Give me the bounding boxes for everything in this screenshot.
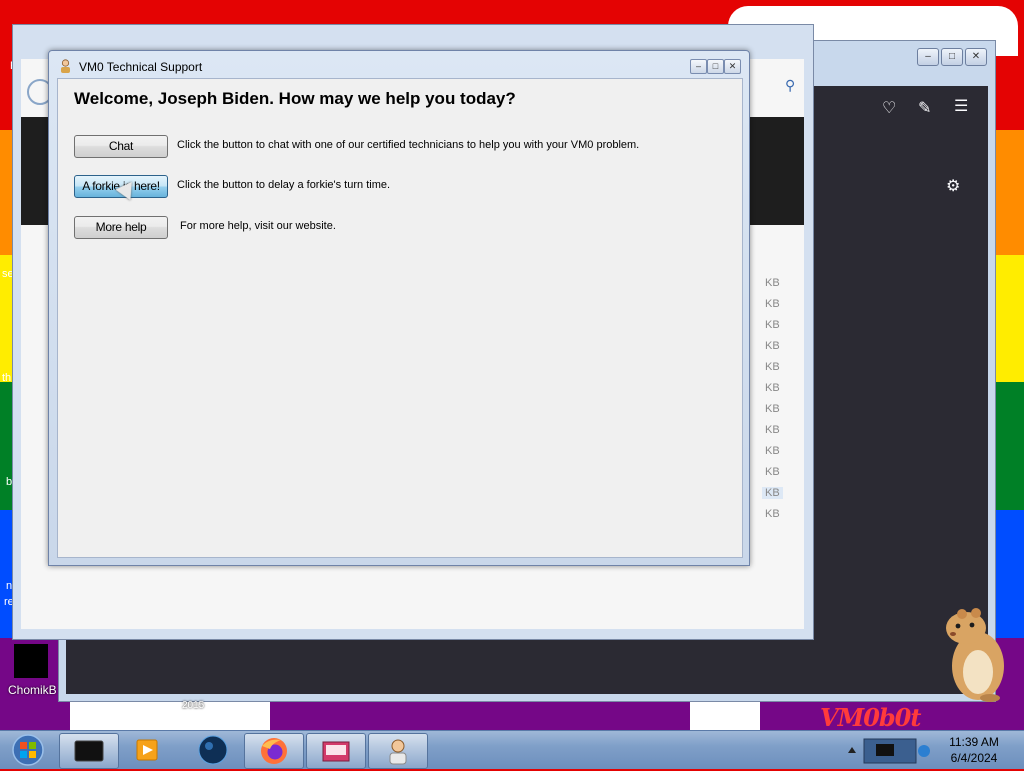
file-size: KB [765, 319, 780, 331]
dialog-body: Welcome, Joseph Biden. How may we help y… [57, 78, 743, 558]
file-size: KB [765, 403, 780, 415]
firefox-close-button[interactable]: ✕ [965, 48, 987, 66]
vm0-watermark: VM0b0t [820, 703, 921, 732]
taskbar-clock[interactable]: 11:39 AM 6/4/2024 [940, 734, 1008, 766]
file-size: KB [765, 361, 780, 373]
forkie-description: Click the button to delay a forkie's tur… [177, 179, 391, 191]
maximize-button[interactable]: □ [707, 59, 724, 74]
firefox-minimize-button[interactable]: – [917, 48, 939, 66]
year-label: 2015 [182, 700, 205, 711]
system-tray[interactable] [842, 733, 938, 767]
hamster-icon [946, 608, 1004, 702]
file-size: KB [765, 445, 780, 457]
welcome-heading: Welcome, Joseph Biden. How may we help y… [74, 89, 516, 108]
technician-icon [61, 59, 70, 73]
firefox-bottom-area [66, 640, 988, 694]
firefox-maximize-button[interactable]: □ [941, 48, 963, 66]
chat-description: Click the button to chat with one of our… [177, 139, 640, 151]
taskbar-app-firefox[interactable] [244, 733, 304, 769]
file-size-selected: KB [762, 487, 783, 499]
dialog-titlebar[interactable]: VM0 Technical Support – □ ✕ [49, 51, 749, 79]
file-size: KB [765, 298, 780, 310]
pocket-icon[interactable]: ♡ [882, 98, 896, 118]
clock-time: 11:39 AM [949, 735, 999, 749]
chat-button[interactable]: Chat [74, 135, 168, 158]
technician-icon [389, 739, 407, 765]
desktop-shortcut-icon[interactable] [14, 644, 48, 678]
dialog-title: VM0 Technical Support [79, 60, 203, 74]
more-help-button[interactable]: More help [74, 216, 168, 239]
tray-network-icon [848, 738, 930, 764]
minimize-button[interactable]: – [690, 59, 707, 74]
file-size: KB [765, 508, 780, 520]
file-size: KB [765, 382, 780, 394]
close-button[interactable]: ✕ [724, 59, 741, 74]
file-size: KB [765, 340, 780, 352]
vm0-support-dialog[interactable]: VM0 Technical Support – □ ✕ Welcome, Jos… [48, 50, 750, 566]
clock-date: 6/4/2024 [950, 751, 998, 765]
taskbar-app-globe[interactable] [184, 733, 242, 767]
taskbar-app-media[interactable] [119, 733, 177, 767]
wallpaper-cartoon-shape [690, 700, 760, 730]
edge-text: th [2, 372, 12, 384]
desktop-shortcut-label[interactable]: ChomikB [8, 683, 57, 697]
file-size: KB [765, 466, 780, 478]
menu-icon[interactable]: ☰ [954, 96, 968, 116]
extensions-icon[interactable]: ✎ [918, 98, 931, 118]
gear-icon[interactable]: ⚙ [946, 176, 960, 196]
windows-start-icon[interactable] [6, 731, 46, 769]
search-icon[interactable]: ⚲ [785, 77, 795, 94]
more-help-description: For more help, visit our website. [180, 220, 336, 232]
taskbar-app-terminal[interactable] [59, 733, 119, 769]
media-player-icon [136, 739, 158, 761]
file-size: KB [765, 277, 780, 289]
taskbar: 11:39 AM 6/4/2024 [0, 730, 1024, 769]
taskbar-app-vm0-support[interactable] [368, 733, 428, 769]
wallpaper-cartoon-shape [70, 700, 270, 730]
globe-icon [198, 735, 228, 765]
disk-utility-icon [322, 741, 350, 762]
file-size: KB [765, 424, 780, 436]
taskbar-app-disk[interactable] [306, 733, 366, 769]
terminal-app-icon [74, 740, 104, 762]
firefox-icon [261, 738, 287, 764]
